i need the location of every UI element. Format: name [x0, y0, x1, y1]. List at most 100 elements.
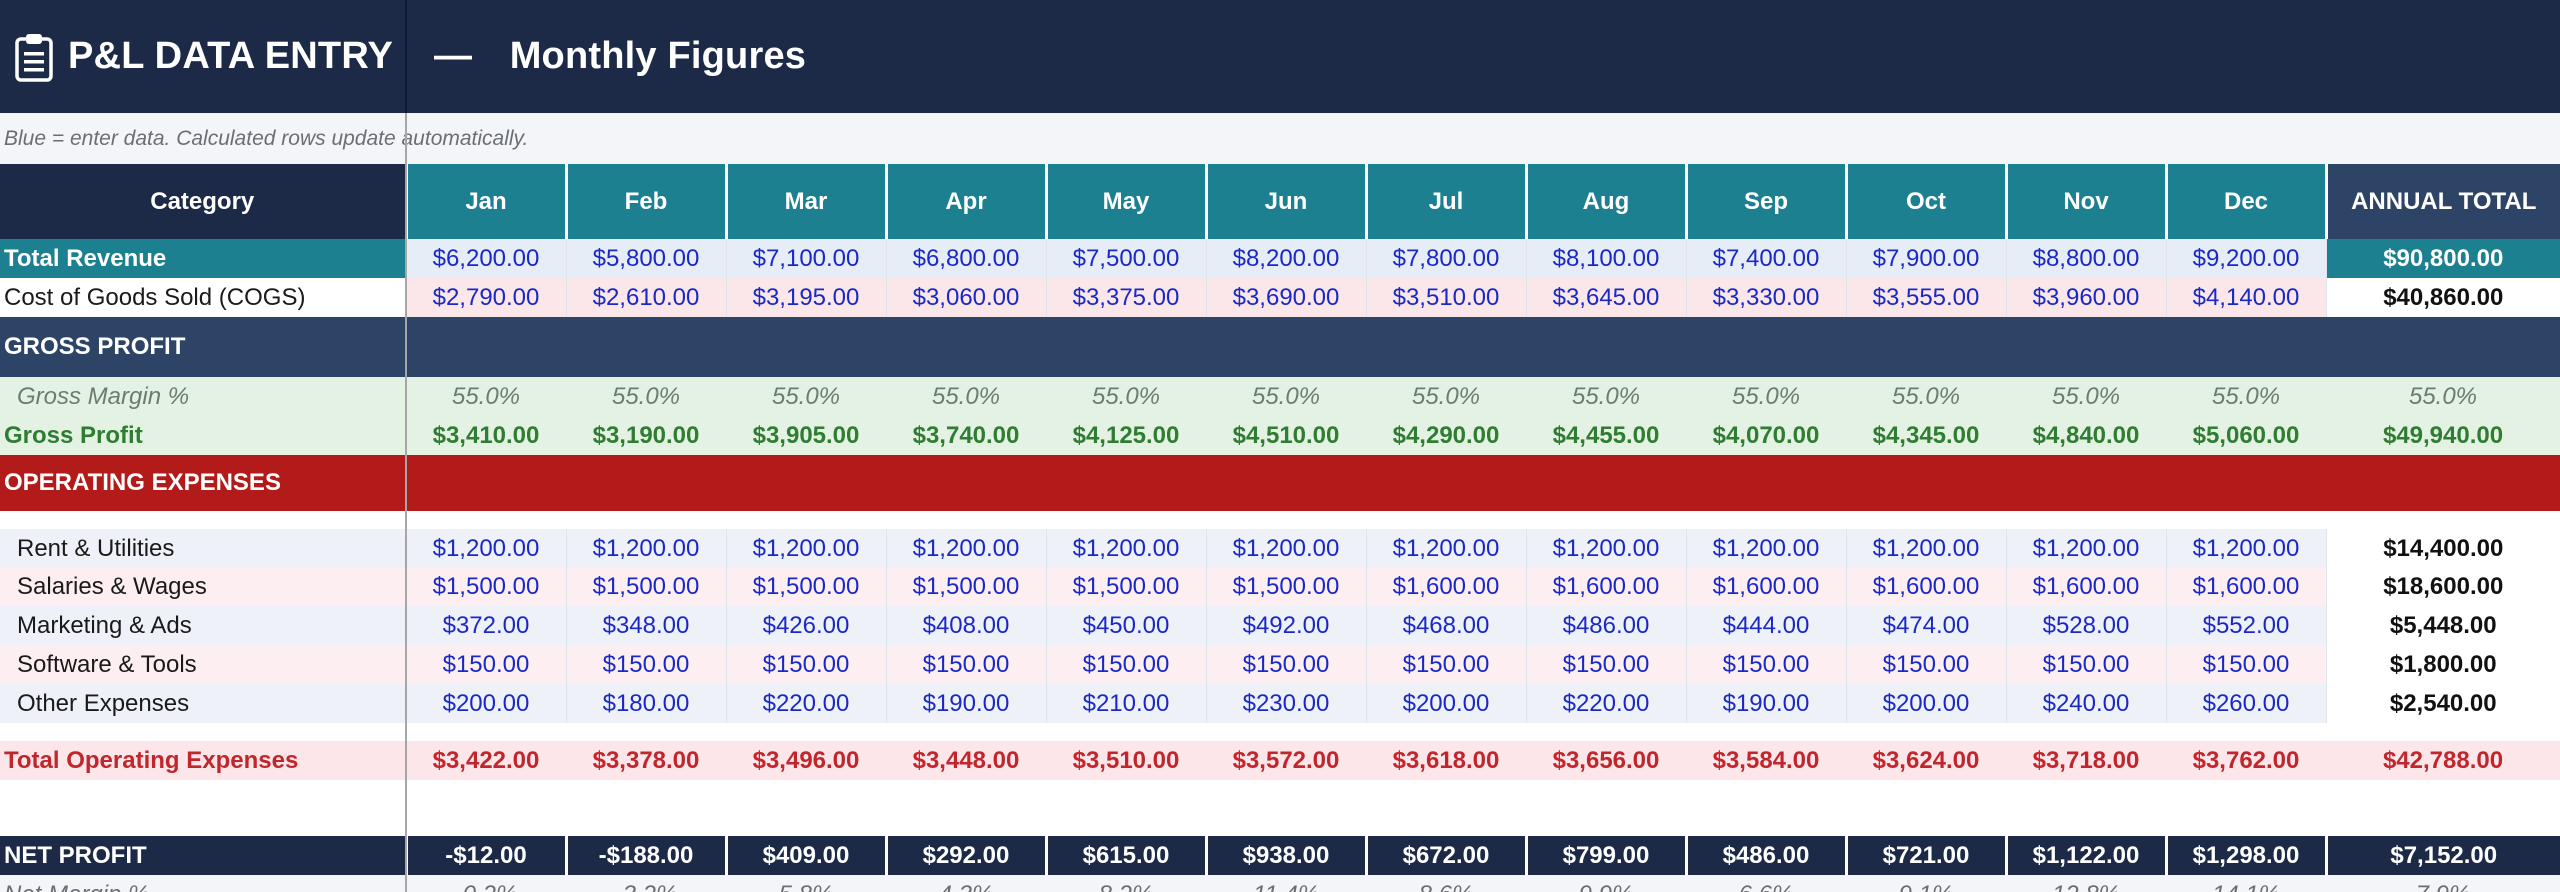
- value-cell[interactable]: 55.0%: [1526, 377, 1686, 416]
- value-cell[interactable]: $552.00: [2165, 606, 2326, 645]
- value-cell[interactable]: $3,190.00: [566, 416, 726, 455]
- value-cell[interactable]: $3,618.00: [1366, 741, 1526, 780]
- annual-total-cell[interactable]: $5,448.00: [2325, 606, 2560, 645]
- value-cell[interactable]: $1,200.00: [1525, 529, 1686, 568]
- value-cell[interactable]: $220.00: [725, 684, 886, 723]
- value-cell[interactable]: $1,600.00: [2005, 568, 2166, 606]
- value-cell[interactable]: $200.00: [1845, 684, 2006, 723]
- value-cell[interactable]: $3,195.00: [725, 278, 886, 317]
- value-cell[interactable]: -$188.00: [564, 836, 726, 875]
- value-cell[interactable]: $200.00: [1365, 684, 1526, 723]
- value-cell[interactable]: 5.8%: [726, 875, 886, 892]
- row-label[interactable]: Gross Margin %: [0, 377, 406, 416]
- header-category[interactable]: Category: [0, 164, 406, 239]
- value-cell[interactable]: $260.00: [2165, 684, 2326, 723]
- header-month[interactable]: Jan: [404, 164, 566, 239]
- value-cell[interactable]: 4.3%: [886, 875, 1046, 892]
- value-cell[interactable]: $210.00: [1045, 684, 1206, 723]
- value-cell[interactable]: $3,572.00: [1206, 741, 1366, 780]
- value-cell[interactable]: 55.0%: [2006, 377, 2166, 416]
- value-cell[interactable]: $3,448.00: [886, 741, 1046, 780]
- value-cell[interactable]: $3,422.00: [406, 741, 566, 780]
- value-cell[interactable]: $1,500.00: [885, 568, 1046, 606]
- value-cell[interactable]: $4,455.00: [1526, 416, 1686, 455]
- value-cell[interactable]: $7,500.00: [1045, 239, 1206, 278]
- value-cell[interactable]: $8,800.00: [2005, 239, 2166, 278]
- value-cell[interactable]: $3,656.00: [1526, 741, 1686, 780]
- value-cell[interactable]: 55.0%: [1686, 377, 1846, 416]
- row-label[interactable]: Marketing & Ads: [0, 606, 406, 645]
- annual-total-cell[interactable]: $49,940.00: [2326, 416, 2560, 455]
- value-cell[interactable]: 8.2%: [1046, 875, 1206, 892]
- header-month[interactable]: Jun: [1204, 164, 1366, 239]
- value-cell[interactable]: $1,200.00: [1685, 529, 1846, 568]
- row-label[interactable]: NET PROFIT: [0, 836, 406, 875]
- header-month[interactable]: Oct: [1844, 164, 2006, 239]
- value-cell[interactable]: $938.00: [1204, 836, 1366, 875]
- value-cell[interactable]: $7,100.00: [725, 239, 886, 278]
- value-cell[interactable]: $5,800.00: [565, 239, 726, 278]
- value-cell[interactable]: $3,330.00: [1685, 278, 1846, 317]
- value-cell[interactable]: 11.4%: [1206, 875, 1366, 892]
- row-label[interactable]: Software & Tools: [0, 645, 406, 684]
- section-band[interactable]: [406, 317, 2560, 377]
- value-cell[interactable]: $1,500.00: [725, 568, 886, 606]
- value-cell[interactable]: $1,122.00: [2004, 836, 2166, 875]
- annual-total-cell[interactable]: $42,788.00: [2326, 741, 2560, 780]
- value-cell[interactable]: $3,378.00: [566, 741, 726, 780]
- value-cell[interactable]: 55.0%: [1366, 377, 1526, 416]
- value-cell[interactable]: $1,200.00: [725, 529, 886, 568]
- value-cell[interactable]: $3,584.00: [1686, 741, 1846, 780]
- value-cell[interactable]: $4,290.00: [1366, 416, 1526, 455]
- value-cell[interactable]: $1,500.00: [565, 568, 726, 606]
- value-cell[interactable]: $1,200.00: [2005, 529, 2166, 568]
- row-label[interactable]: Total Operating Expenses: [0, 741, 406, 780]
- value-cell[interactable]: $450.00: [1045, 606, 1206, 645]
- value-cell[interactable]: $1,500.00: [1205, 568, 1366, 606]
- value-cell[interactable]: $150.00: [885, 645, 1046, 684]
- annual-total-cell[interactable]: $7,152.00: [2324, 836, 2560, 875]
- annual-total-cell[interactable]: $14,400.00: [2325, 529, 2560, 568]
- value-cell[interactable]: $150.00: [1365, 645, 1526, 684]
- value-cell[interactable]: $3,960.00: [2005, 278, 2166, 317]
- value-cell[interactable]: $150.00: [725, 645, 886, 684]
- value-cell[interactable]: $150.00: [1525, 645, 1686, 684]
- annual-total-cell[interactable]: $2,540.00: [2325, 684, 2560, 723]
- value-cell[interactable]: 14.1%: [2166, 875, 2326, 892]
- value-cell[interactable]: 55.0%: [726, 377, 886, 416]
- value-cell[interactable]: $1,600.00: [1365, 568, 1526, 606]
- value-cell[interactable]: $6,800.00: [885, 239, 1046, 278]
- value-cell[interactable]: $528.00: [2005, 606, 2166, 645]
- row-label[interactable]: Net Margin %: [0, 875, 406, 892]
- header-month[interactable]: May: [1044, 164, 1206, 239]
- value-cell[interactable]: $4,140.00: [2165, 278, 2326, 317]
- value-cell[interactable]: $1,200.00: [405, 529, 566, 568]
- value-cell[interactable]: $7,800.00: [1365, 239, 1526, 278]
- annual-total-cell[interactable]: $18,600.00: [2325, 568, 2560, 606]
- value-cell[interactable]: $6,200.00: [405, 239, 566, 278]
- value-cell[interactable]: $468.00: [1365, 606, 1526, 645]
- value-cell[interactable]: 6.6%: [1686, 875, 1846, 892]
- value-cell[interactable]: $444.00: [1685, 606, 1846, 645]
- value-cell[interactable]: $1,200.00: [1365, 529, 1526, 568]
- value-cell[interactable]: $7,900.00: [1845, 239, 2006, 278]
- value-cell[interactable]: $7,400.00: [1685, 239, 1846, 278]
- value-cell[interactable]: -0.2%: [406, 875, 566, 892]
- header-annual-total[interactable]: ANNUAL TOTAL: [2324, 164, 2560, 239]
- value-cell[interactable]: $4,510.00: [1206, 416, 1366, 455]
- value-cell[interactable]: $150.00: [1205, 645, 1366, 684]
- row-label[interactable]: Cost of Goods Sold (COGS): [0, 278, 406, 317]
- value-cell[interactable]: $150.00: [405, 645, 566, 684]
- section-label[interactable]: GROSS PROFIT: [0, 317, 406, 377]
- value-cell[interactable]: $348.00: [565, 606, 726, 645]
- value-cell[interactable]: $3,718.00: [2006, 741, 2166, 780]
- row-label[interactable]: Salaries & Wages: [0, 568, 406, 606]
- header-month[interactable]: Mar: [724, 164, 886, 239]
- header-month[interactable]: Feb: [564, 164, 726, 239]
- value-cell[interactable]: $486.00: [1525, 606, 1686, 645]
- header-month[interactable]: Nov: [2004, 164, 2166, 239]
- header-month[interactable]: Apr: [884, 164, 1046, 239]
- value-cell[interactable]: $372.00: [405, 606, 566, 645]
- value-cell[interactable]: $409.00: [724, 836, 886, 875]
- value-cell[interactable]: $150.00: [1685, 645, 1846, 684]
